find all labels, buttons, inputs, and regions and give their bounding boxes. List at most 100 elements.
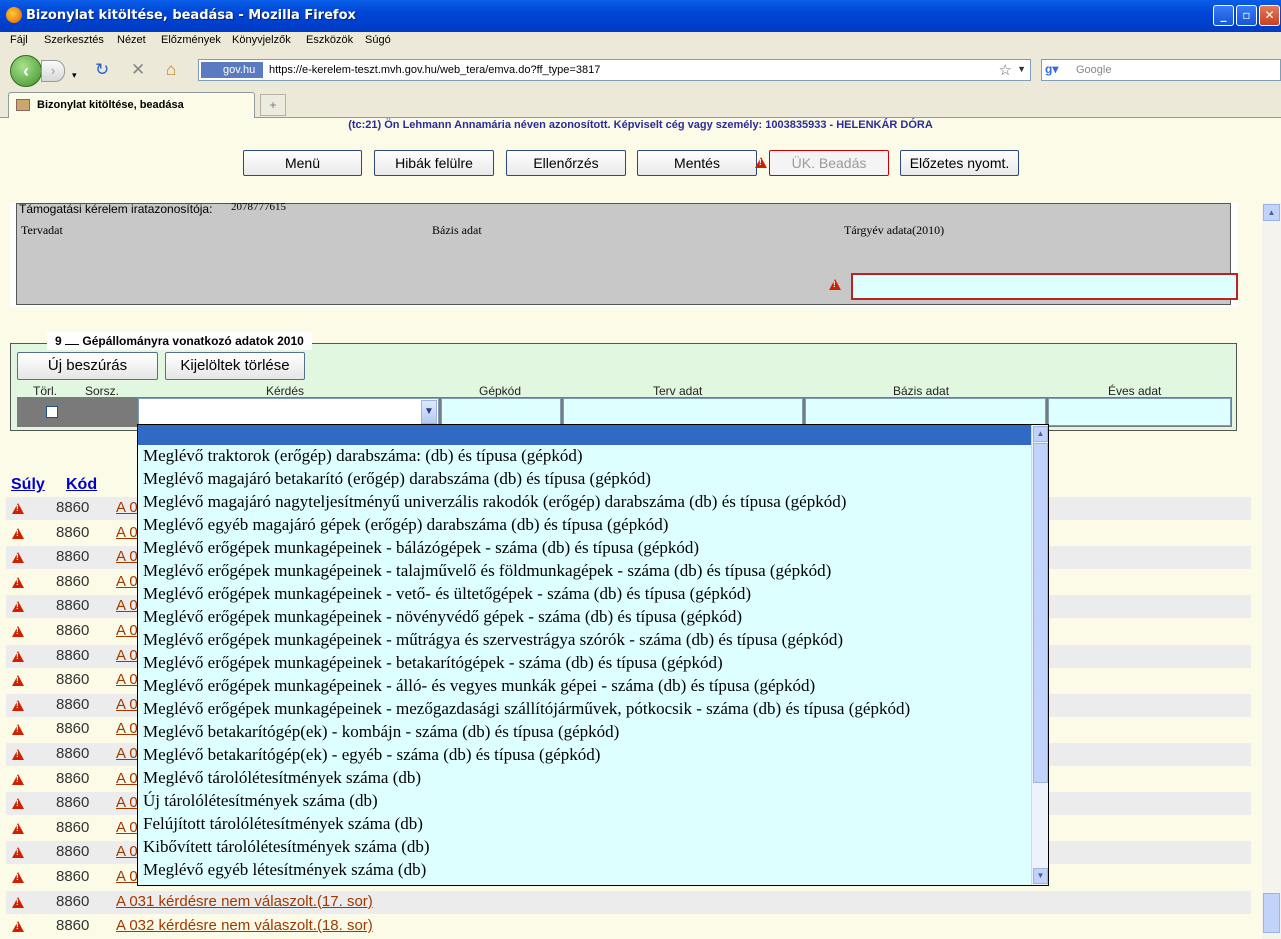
error-link[interactable]: A 0 [116, 622, 138, 639]
url-dropdown-icon[interactable]: ▼ [1017, 64, 1026, 74]
back-button[interactable]: ‹ [10, 55, 42, 87]
error-link[interactable]: A 0 [116, 499, 138, 516]
error-code: 8860 [56, 572, 90, 590]
google-icon[interactable]: g▾ [1045, 62, 1069, 78]
dropdown-option[interactable]: Meglévő erőgépek munkagépeinek - bálázóg… [143, 538, 699, 558]
error-link[interactable]: A 0 [116, 770, 138, 787]
dropdown-option[interactable]: Meglévő erőgépek munkagépeinek - vető- é… [143, 584, 751, 604]
header-suly[interactable]: Súly [11, 476, 45, 494]
error-code: 8860 [56, 499, 90, 516]
scroll-thumb[interactable] [1263, 893, 1280, 933]
dropdown-option[interactable]: Kibővített tárolólétesítmények száma (db… [143, 837, 430, 857]
delete-checkbox[interactable] [46, 406, 58, 418]
gepkod-input[interactable] [441, 398, 561, 426]
forward-button[interactable]: › [41, 60, 65, 82]
history-dropdown-icon[interactable]: ▾ [72, 66, 77, 84]
dropdown-option[interactable]: Meglévő erőgépek munkagépeinek - mezőgaz… [143, 699, 910, 719]
scroll-thumb[interactable] [1033, 443, 1048, 783]
bookmark-star-icon[interactable]: ☆ [999, 61, 1012, 79]
menu-edit[interactable]: Szerkesztés [44, 34, 104, 46]
search-bar[interactable]: g▾ Google [1041, 59, 1281, 81]
error-link[interactable]: A 0 [116, 573, 138, 590]
delete-selected-button[interactable]: Kijelöltek törlése [165, 352, 305, 380]
dropdown-option[interactable]: Meglévő egyéb létesítmények száma (db) [143, 860, 426, 880]
dropdown-highlight-row[interactable] [138, 425, 1031, 445]
error-code: 8860 [56, 818, 90, 836]
error-link[interactable]: A 0 [116, 720, 138, 737]
submit-button[interactable]: ÜK. Beadás [769, 150, 889, 176]
menu-help[interactable]: Súgó [365, 34, 391, 46]
question-dropdown-list[interactable]: Meglévő traktorok (erőgép) darabszáma: (… [137, 424, 1049, 886]
error-code: 8860 [56, 720, 90, 738]
bazis-input[interactable] [805, 398, 1046, 426]
warning-icon [12, 749, 24, 760]
dropdown-option[interactable]: Meglévő erőgépek munkagépeinek - talajmű… [143, 561, 831, 581]
scroll-up-icon[interactable]: ▲ [1263, 204, 1280, 221]
dropdown-option[interactable]: Meglévő betakarítógép(ek) - egyéb - szám… [143, 745, 600, 765]
close-button[interactable]: ✕ [1259, 5, 1280, 26]
error-link[interactable]: A 0 [116, 671, 138, 688]
dropdown-option[interactable]: Meglévő egyéb magajáró gépek (erőgép) da… [143, 515, 668, 535]
error-link[interactable]: A 0 [116, 794, 138, 811]
check-button[interactable]: Ellenőrzés [506, 150, 626, 176]
scroll-up-icon[interactable]: ▲ [1033, 426, 1048, 442]
menu-view[interactable]: Nézet [117, 34, 146, 46]
errors-to-top-button[interactable]: Hibák felülre [374, 150, 494, 176]
dropdown-option[interactable]: Felújított tárolólétesítmények száma (db… [143, 814, 423, 834]
error-link[interactable]: A 0 [116, 548, 138, 565]
site-identity-badge[interactable]: gov.hu [201, 62, 263, 78]
scroll-down-icon[interactable]: ▼ [1033, 868, 1048, 884]
dropdown-scrollbar[interactable]: ▲ ▼ [1031, 425, 1048, 885]
error-link[interactable]: A 0 [116, 819, 138, 836]
reload-icon[interactable]: ↻ [95, 61, 109, 79]
error-link[interactable]: A 032 kérdésre nem válaszolt.(18. sor) [116, 917, 373, 934]
dropdown-option[interactable]: Meglévő magajáró betakarító (erőgép) dar… [143, 469, 651, 489]
menu-button[interactable]: Menü [243, 150, 362, 176]
menu-history[interactable]: Előzmények [161, 34, 221, 46]
dropdown-option[interactable]: Meglévő betakarítógép(ek) - kombájn - sz… [143, 722, 619, 742]
error-link[interactable]: A 031 kérdésre nem válaszolt.(17. sor) [116, 893, 373, 910]
dropdown-option[interactable]: Meglévő erőgépek munkagépeinek - növényv… [143, 607, 742, 627]
col-bazis-adat: Bázis adat [893, 384, 950, 398]
home-icon[interactable]: ⌂ [166, 61, 176, 79]
error-link[interactable]: A 0 [116, 696, 138, 713]
question-select[interactable]: ▼ [138, 398, 439, 426]
dropdown-option[interactable]: Új tárolólétesítmények száma (db) [143, 791, 378, 811]
save-button[interactable]: Mentés [637, 150, 757, 176]
error-link[interactable]: A 0 [116, 745, 138, 762]
dropdown-option[interactable]: Meglévő magajáró nagyteljesítményű unive… [143, 492, 846, 512]
error-link[interactable]: A 0 [116, 843, 138, 860]
targyev-input[interactable] [851, 273, 1238, 300]
error-link[interactable]: A 0 [116, 868, 138, 885]
dropdown-option[interactable]: Meglévő tárolólétesítmények száma (db) [143, 768, 421, 788]
dropdown-option[interactable]: Meglévő traktorok (erőgép) darabszáma: (… [143, 446, 582, 466]
new-insert-button[interactable]: Új beszúrás [17, 352, 158, 380]
error-code: 8860 [56, 695, 90, 713]
preliminary-print-button[interactable]: Előzetes nyomt. [900, 150, 1019, 176]
error-code: 8860 [56, 671, 90, 689]
chevron-down-icon[interactable]: ▼ [421, 400, 437, 424]
eves-input[interactable] [1048, 398, 1231, 426]
stop-icon[interactable]: ✕ [131, 61, 145, 79]
terv-input[interactable] [563, 398, 803, 426]
error-link[interactable]: A 0 [116, 524, 138, 541]
error-link[interactable]: A 0 [116, 597, 138, 614]
dropdown-option[interactable]: Meglévő erőgépek munkagépeinek - műtrágy… [143, 630, 843, 650]
menu-file[interactable]: Fájl [10, 34, 28, 46]
minimize-button[interactable]: _ [1213, 5, 1234, 26]
header-kod[interactable]: Kód [66, 476, 97, 494]
page-scrollbar[interactable]: ▲ [1262, 203, 1281, 939]
warning-icon [12, 552, 24, 564]
warning-icon [12, 822, 24, 834]
maximize-button[interactable]: ▫ [1236, 5, 1257, 26]
tab-bizonylat[interactable]: Bizonylat kitöltése, beadása [8, 92, 255, 118]
warning-icon [12, 527, 24, 539]
dropdown-option[interactable]: Meglévő erőgépek munkagépeinek - betakar… [143, 653, 723, 673]
new-tab-button[interactable]: + [260, 94, 286, 116]
menu-tools[interactable]: Eszközök [306, 34, 353, 46]
error-code: 8860 [56, 646, 90, 664]
error-link[interactable]: A 0 [116, 647, 138, 664]
url-bar[interactable]: gov.hu https://e-kerelem-teszt.mvh.gov.h… [198, 59, 1031, 81]
menu-bookmarks[interactable]: Könyvjelzők [232, 34, 291, 46]
dropdown-option[interactable]: Meglévő erőgépek munkagépeinek - álló- é… [143, 676, 815, 696]
